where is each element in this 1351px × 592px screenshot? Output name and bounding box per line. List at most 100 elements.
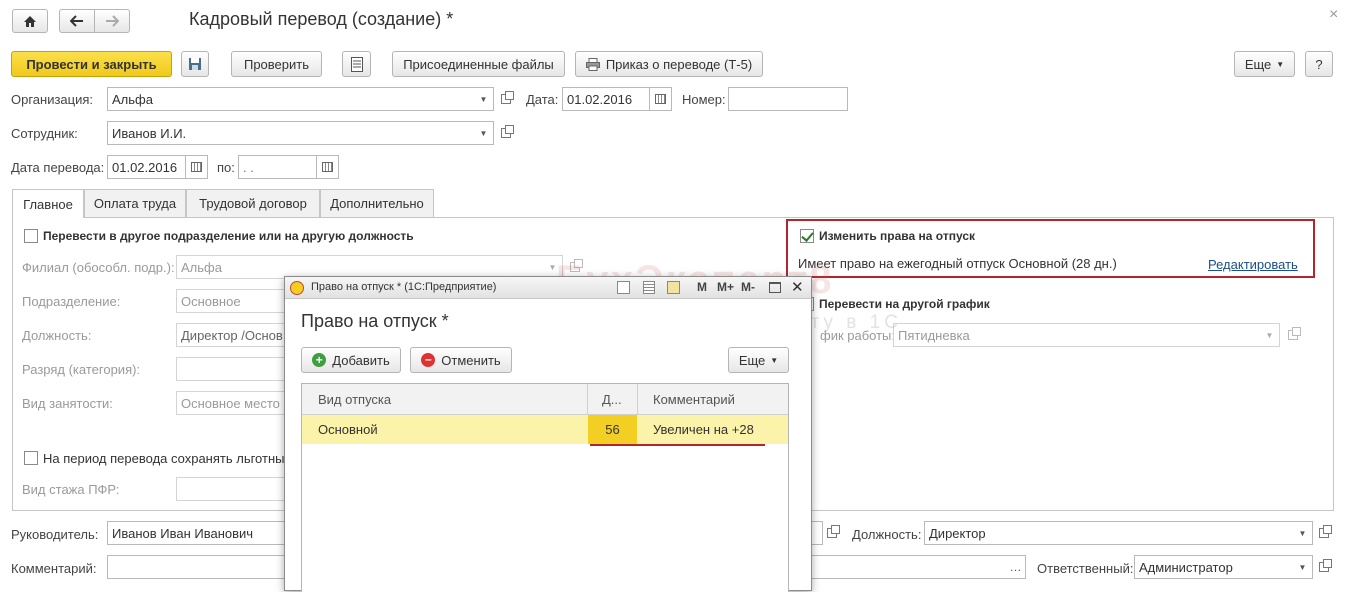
check-button[interactable]: Проверить (231, 51, 322, 77)
col-header-comment[interactable]: Комментарий (653, 392, 735, 407)
open-icon (501, 125, 514, 138)
transfer-date-calendar-button[interactable] (186, 155, 208, 179)
help-button[interactable]: ? (1305, 51, 1333, 77)
position-field[interactable]: Директор /Основ (176, 323, 296, 347)
employee-field[interactable]: Иванов И.И. (107, 121, 475, 145)
department-field[interactable]: Основное (176, 289, 296, 313)
responsible-open-button[interactable] (1314, 555, 1334, 579)
calendar-icon (655, 94, 666, 104)
transfer-date-field[interactable]: 01.02.2016 (107, 155, 186, 179)
open-icon (827, 525, 840, 538)
post-and-close-button[interactable]: Провести и закрыть (11, 51, 172, 77)
col-header-days[interactable]: Д... (602, 392, 622, 407)
arrow-left-icon (70, 15, 83, 27)
branch-label: Филиал (обособл. подр.): (22, 260, 175, 275)
change-vacation-checkbox[interactable] (800, 229, 814, 243)
memory-plus-button[interactable]: M+ (717, 280, 734, 294)
document-list-button[interactable] (342, 51, 371, 77)
cancel-label: Отменить (441, 352, 501, 368)
transfer-dept-checkbox[interactable] (24, 229, 38, 243)
organization-field[interactable]: Альфа (107, 87, 475, 111)
organization-open-button[interactable] (496, 87, 516, 111)
forward-button[interactable] (94, 9, 130, 33)
employment-type-label: Вид занятости: (22, 396, 113, 411)
memory-minus-button[interactable]: M- (741, 280, 755, 294)
tab-additional[interactable]: Дополнительно (320, 189, 434, 217)
pfr-field[interactable] (176, 477, 296, 501)
add-button[interactable]: + Добавить (301, 347, 401, 373)
responsible-dropdown[interactable]: ▼ (1293, 555, 1313, 579)
col-header-type[interactable]: Вид отпуска (318, 392, 391, 407)
comment-label: Комментарий: (11, 561, 97, 576)
manager-position-dropdown[interactable]: ▼ (1293, 521, 1313, 545)
close-icon[interactable]: ✕ (791, 278, 804, 296)
more-label: Еще (1244, 56, 1272, 72)
open-icon (501, 91, 514, 104)
cancel-button[interactable]: – Отменить (410, 347, 512, 373)
schedule-open-button[interactable] (1283, 323, 1303, 347)
employee-dropdown[interactable]: ▼ (474, 121, 494, 145)
to-date-calendar-button[interactable] (317, 155, 339, 179)
to-date-field[interactable]: . . (238, 155, 317, 179)
date-label: Дата: (526, 92, 559, 107)
employment-type-field[interactable]: Основное место (176, 391, 296, 415)
col-divider (587, 384, 588, 415)
organization-dropdown[interactable]: ▼ (474, 87, 494, 111)
cell-days[interactable]: 56 (588, 415, 637, 444)
manager-position-open-button[interactable] (1314, 521, 1334, 545)
open-icon (1319, 525, 1332, 538)
more-button[interactable]: Еще ▼ (1234, 51, 1295, 77)
maximize-icon[interactable] (769, 282, 781, 293)
calendar-icon (322, 162, 333, 172)
row-underline-highlight (590, 444, 765, 446)
manager-position-field[interactable]: Директор (924, 521, 1294, 545)
window-title: Кадровый перевод (создание) * (189, 9, 454, 29)
tab-main[interactable]: Главное (12, 189, 84, 218)
dialog-titlebar-text: Право на отпуск * (1С:Предприятие) (311, 281, 497, 293)
comment-expand-button[interactable]: … (1006, 555, 1026, 579)
responsible-field[interactable]: Администратор (1134, 555, 1294, 579)
rank-label: Разряд (категория): (22, 362, 141, 377)
number-label: Номер: (682, 92, 726, 107)
transfer-order-button[interactable]: Приказ о переводе (Т-5) (575, 51, 763, 77)
tab-payment[interactable]: Оплата труда (84, 189, 186, 217)
dialog-heading: Право на отпуск * (301, 311, 449, 331)
schedule-field[interactable]: Пятидневка (893, 323, 1261, 347)
vacation-rights-dialog: Право на отпуск * (1С:Предприятие) M M+ … (284, 276, 812, 592)
chevron-down-icon: ▼ (1276, 59, 1285, 69)
number-field[interactable] (728, 87, 848, 111)
schedule-dropdown[interactable]: ▼ (1260, 323, 1280, 347)
department-label: Подразделение: (22, 294, 121, 309)
back-button[interactable] (59, 9, 95, 33)
calendar-icon[interactable] (667, 281, 680, 294)
add-label: Добавить (332, 352, 390, 368)
home-button[interactable] (12, 9, 48, 33)
transfer-order-label: Приказ о переводе (Т-5) (605, 56, 753, 72)
transfer-schedule-label: Перевести на другой график (819, 297, 990, 311)
arrow-right-icon (106, 15, 119, 27)
date-calendar-button[interactable] (650, 87, 672, 111)
plus-circle-icon: + (312, 353, 327, 367)
employee-label: Сотрудник: (11, 126, 78, 141)
dialog-more-button[interactable]: Еще ▼ (728, 347, 789, 373)
table-header: Вид отпуска Д... Комментарий (302, 384, 788, 415)
manager-open-button[interactable] (822, 521, 842, 545)
tab-contract[interactable]: Трудовой договор (186, 189, 320, 217)
table-row[interactable]: Основной 56 Увеличен на +28 (302, 415, 788, 444)
date-field[interactable]: 01.02.2016 (562, 87, 650, 111)
close-icon[interactable]: × (1329, 6, 1338, 24)
rank-field[interactable] (176, 357, 296, 381)
attached-files-button[interactable]: Присоединенные файлы (392, 51, 565, 77)
pfr-label: Вид стажа ПФР: (22, 482, 120, 497)
list-icon (350, 56, 363, 72)
manager-label: Руководитель: (11, 527, 99, 542)
col-divider (637, 384, 638, 415)
calculator-icon[interactable] (643, 281, 655, 294)
edit-vacation-link[interactable]: Редактировать (1208, 257, 1298, 272)
employee-open-button[interactable] (496, 121, 516, 145)
manager-position-label: Должность: (852, 527, 922, 542)
memory-button[interactable]: M (697, 280, 707, 294)
home-icon[interactable] (617, 281, 630, 294)
keep-benefits-checkbox[interactable] (24, 451, 38, 465)
save-button[interactable] (181, 51, 209, 77)
